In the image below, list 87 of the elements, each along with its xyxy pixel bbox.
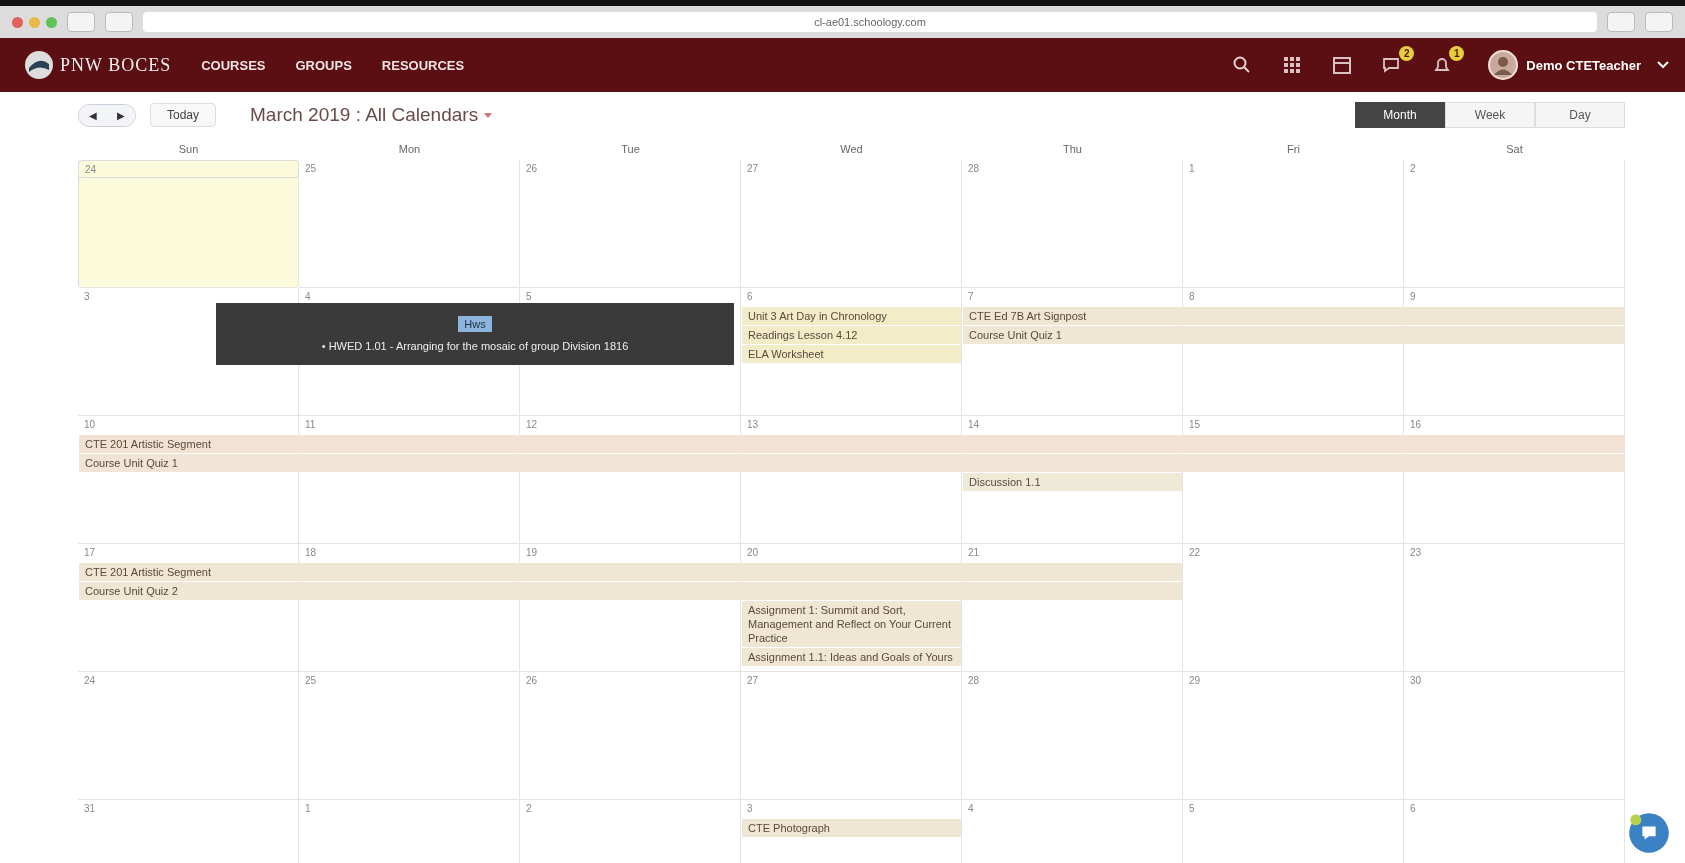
- weekday-header: Tue: [620, 143, 641, 155]
- day-number[interactable]: 9: [1404, 288, 1625, 306]
- day-number[interactable]: 31: [78, 800, 299, 818]
- close-icon[interactable]: [12, 16, 23, 28]
- weekday-header: Fri: [1286, 143, 1301, 155]
- logo-text: PNW BOCES: [60, 54, 172, 76]
- day-number[interactable]: 24: [78, 672, 299, 690]
- day-number[interactable]: 28: [962, 672, 1183, 690]
- day-number[interactable]: 16: [1404, 416, 1625, 434]
- day-number[interactable]: 2: [1404, 160, 1625, 178]
- day-number[interactable]: 3: [741, 800, 962, 818]
- calendar-event[interactable]: Course Unit Quiz 1: [963, 326, 1624, 344]
- view-tab[interactable]: Week: [1445, 102, 1535, 128]
- weekday-header: Mon: [397, 143, 422, 155]
- day-number[interactable]: 22: [1183, 544, 1404, 562]
- today-button[interactable]: Today: [150, 103, 217, 127]
- grid-icon[interactable]: [1282, 55, 1303, 75]
- day-number[interactable]: 8: [1183, 288, 1404, 306]
- logo-icon: [24, 50, 54, 80]
- calendar-event[interactable]: Discussion 1.1: [963, 473, 1182, 491]
- view-tab[interactable]: Month: [1355, 102, 1445, 128]
- calendar-event[interactable]: CTE 201 Artistic Segment: [79, 563, 1182, 581]
- day-number[interactable]: 14: [962, 416, 1183, 434]
- calendar-event[interactable]: CTE Ed 7B Art Signpost: [963, 307, 1624, 325]
- avatar-icon[interactable]: [1488, 50, 1519, 80]
- day-number[interactable]: 15: [1183, 416, 1404, 434]
- weekday-header: Sun: [177, 143, 200, 155]
- day-number[interactable]: 30: [1404, 672, 1625, 690]
- calendar-icon[interactable]: [1332, 55, 1353, 75]
- next-button[interactable]: ▶: [107, 104, 135, 126]
- course-tag: Hws: [458, 316, 492, 332]
- calendar-event[interactable]: CTE Photograph: [742, 819, 961, 837]
- day-number[interactable]: 3: [78, 288, 299, 306]
- day-number[interactable]: 13: [741, 416, 962, 434]
- day-number[interactable]: 11: [299, 416, 520, 434]
- day-number[interactable]: 25: [299, 672, 520, 690]
- day-number[interactable]: 7: [962, 288, 1183, 306]
- day-number[interactable]: 26: [520, 160, 741, 178]
- tooltip-text: • HWED 1.01 - Arranging for the mosaic of group Division 1816: [321, 340, 629, 352]
- day-number[interactable]: 26: [520, 672, 741, 690]
- calendar-event[interactable]: ELA Worksheet: [742, 345, 961, 363]
- help-icon[interactable]: [1627, 811, 1671, 855]
- address-bar[interactable]: cl-ae01.schoology.com: [143, 12, 1597, 32]
- day-number[interactable]: 4: [962, 800, 1183, 818]
- notification-badge: 1: [1449, 46, 1465, 61]
- day-number[interactable]: 29: [1183, 672, 1404, 690]
- day-number[interactable]: 19: [520, 544, 741, 562]
- day-number[interactable]: 5: [520, 288, 741, 306]
- calendar-event[interactable]: Unit 3 Art Day in Chronology: [742, 307, 961, 325]
- day-number[interactable]: 20: [741, 544, 962, 562]
- nav-link[interactable]: GROUPS: [295, 57, 352, 73]
- chevron-down-icon[interactable]: [1657, 61, 1669, 69]
- weekday-header: Sat: [1505, 143, 1524, 155]
- calendar-event[interactable]: CTE 201 Artistic Segment: [79, 435, 1624, 453]
- day-number[interactable]: 4: [299, 288, 520, 306]
- calendar-title[interactable]: March 2019 : All Calendars: [250, 104, 479, 126]
- calendar-event[interactable]: Readings Lesson 4.12: [742, 326, 961, 344]
- calendar-event[interactable]: Assignment 1: Summit and Sort, Management and Reflect on Your Current Practice: [742, 601, 961, 647]
- calendar-event[interactable]: Assignment 1.1: Ideas and Goals of Yours: [742, 648, 961, 666]
- day-number[interactable]: 27: [741, 672, 962, 690]
- notification-badge: 2: [1399, 46, 1415, 61]
- day-number[interactable]: 21: [962, 544, 1183, 562]
- previous-button[interactable]: ◀: [79, 104, 107, 126]
- weekday-header: Wed: [839, 143, 864, 155]
- day-number[interactable]: 27: [741, 160, 962, 178]
- nav-link[interactable]: COURSES: [201, 57, 266, 73]
- calendar-event[interactable]: Course Unit Quiz 2: [79, 582, 1182, 600]
- day-number[interactable]: 6: [741, 288, 962, 306]
- caret-icon[interactable]: [484, 112, 493, 118]
- day-number[interactable]: 5: [1183, 800, 1404, 818]
- view-tab[interactable]: Day: [1535, 102, 1625, 128]
- day-number[interactable]: 6: [1404, 800, 1625, 818]
- weekday-header: Thu: [1062, 143, 1083, 155]
- day-number[interactable]: 17: [78, 544, 299, 562]
- day-number[interactable]: 1: [299, 800, 520, 818]
- day-number[interactable]: 18: [299, 544, 520, 562]
- nav-link[interactable]: RESOURCES: [381, 57, 465, 73]
- day-number[interactable]: 12: [520, 416, 741, 434]
- day-number[interactable]: 28: [962, 160, 1183, 178]
- user-name[interactable]: Demo CTETeacher: [1526, 57, 1641, 73]
- day-number[interactable]: 10: [78, 416, 299, 434]
- day-number[interactable]: 24: [78, 160, 299, 178]
- day-number[interactable]: 23: [1404, 544, 1625, 562]
- day-number[interactable]: 1: [1183, 160, 1404, 178]
- day-number[interactable]: 2: [520, 800, 741, 818]
- calendar-event[interactable]: Course Unit Quiz 1: [79, 454, 1624, 472]
- day-number[interactable]: 25: [299, 160, 520, 178]
